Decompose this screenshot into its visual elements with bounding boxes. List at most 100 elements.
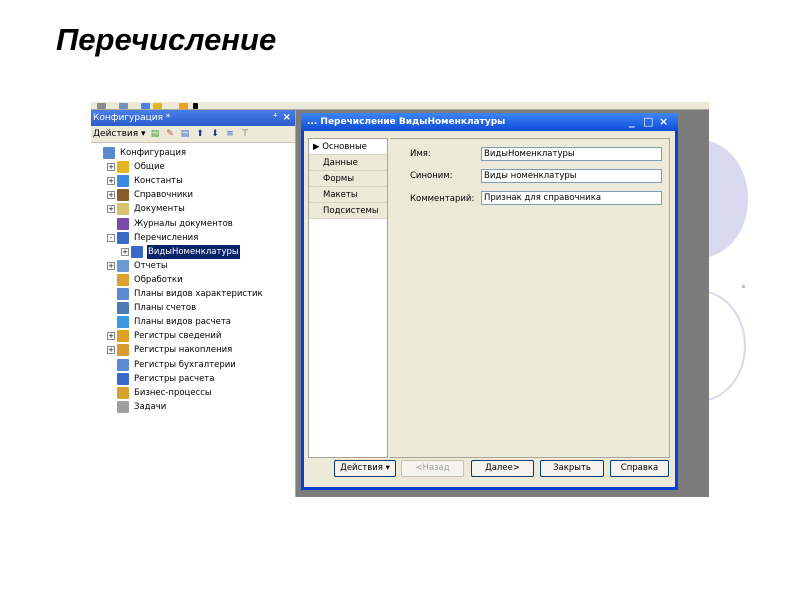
comment-field[interactable]: Признак для справочника [481,191,662,205]
tree-item[interactable]: + Отчеты [107,259,169,273]
tree-item-label: Регистры бухгалтерии [134,359,236,370]
name-label: Имя: [410,149,431,159]
tree-item[interactable]: + Регистры сведений [107,329,222,343]
tree-item[interactable]: + Справочники [107,188,194,202]
tree-item[interactable]: Обработки [107,273,184,287]
toolbar-icon[interactable] [97,103,106,109]
minimize-icon[interactable]: _ [629,113,635,131]
tab-main[interactable]: ▶ Основные [309,139,387,155]
expand-icon[interactable]: + [107,163,115,172]
maximize-icon[interactable]: □ [643,113,653,131]
decorative-dot [742,285,745,288]
tree-item[interactable]: + Общие [107,160,166,174]
main-toolbar [91,102,709,110]
help-button[interactable]: Справка [610,460,669,477]
edit-icon[interactable]: ✎ [165,129,176,140]
char-plans-icon [117,288,129,300]
calc-registers-icon [117,372,129,385]
delete-icon[interactable]: ▤ [180,129,191,140]
actions-menu-button[interactable]: Действия ▾ [93,126,146,143]
toolbar-icon[interactable] [119,103,128,109]
tree-item[interactable]: Конфигурация [93,146,187,160]
tree-item-label: Планы видов характеристик [134,289,263,299]
tree-item-label: Общие [134,162,165,173]
documents-icon [117,203,129,216]
general-icon [117,161,129,174]
back-button[interactable]: <Назад [401,460,464,477]
toolbar-icon[interactable] [141,103,150,109]
tree-item-label: Задачи [134,401,167,412]
tab-forms[interactable]: Формы [309,171,387,187]
synonym-label: Синоним: [410,171,453,181]
close-icon[interactable]: × [283,110,291,126]
close-icon[interactable]: × [659,113,668,131]
move-up-icon[interactable]: ⬆ [195,129,206,140]
add-icon[interactable]: ▤ [150,129,161,140]
tree-item-label: Обработки [134,274,183,285]
name-field[interactable]: ВидыНоменклатуры [481,147,662,161]
expand-icon[interactable]: + [107,205,115,214]
active-tab-marker-icon: ▶ [313,142,320,152]
tree-item-label: Конфигурация [120,148,187,158]
toolbar-icon[interactable] [153,103,162,109]
app-screenshot: Конфигурация * ⁴ × Действия ▾ ▤ ✎ ▤ ⬆ ⬇ … [91,102,709,497]
tree-item-label: Регистры сведений [134,331,222,342]
tree-item[interactable]: Задачи [107,400,167,414]
tree-item[interactable]: Бизнес-процессы [107,386,213,400]
dialog-tabs: ▶ Основные Данные Формы Макеты Подсистем… [308,138,388,458]
tree-item[interactable]: + ВидыНоменклатуры [121,244,240,259]
config-icon [103,147,115,159]
comment-label: Комментарий: [410,194,475,204]
processing-icon [117,273,129,286]
tree-item[interactable]: - Перечисления [107,231,199,245]
expand-icon[interactable]: + [107,346,115,355]
tab-templates[interactable]: Макеты [309,187,387,203]
tree-item[interactable]: + Документы [107,202,186,216]
tree-item[interactable]: Регистры бухгалтерии [107,358,237,372]
chevron-down-icon[interactable] [193,103,198,109]
sort-icon[interactable]: ≡ [225,129,236,140]
filter-icon[interactable]: ⊤ [240,129,251,140]
next-button[interactable]: Далее> [471,460,534,477]
actions-button[interactable]: Действия ▾ [334,460,396,477]
collapse-icon[interactable]: - [107,233,115,242]
pin-icon[interactable]: ⁴ [273,110,277,126]
tree-item[interactable]: Журналы документов [107,217,234,231]
tab-subsystems[interactable]: Подсистемы [309,203,387,219]
properties-panel: Имя: ВидыНоменклатуры Синоним: Виды номе… [390,138,670,458]
enumerations-icon [117,231,129,244]
tree-item[interactable]: + Регистры накопления [107,343,233,357]
expand-icon[interactable]: + [107,261,115,270]
expand-icon[interactable]: + [107,191,115,200]
business-process-icon [117,386,129,399]
configuration-panel: Конфигурация * ⁴ × Действия ▾ ▤ ✎ ▤ ⬆ ⬇ … [91,110,296,497]
accounting-registers-icon [117,358,129,371]
toolbar-icon[interactable] [179,103,188,109]
configuration-toolbar: Действия ▾ ▤ ✎ ▤ ⬆ ⬇ ≡ ⊤ [91,126,295,143]
dialog-title-prefix: ... [307,117,318,127]
configuration-panel-title: Конфигурация * ⁴ × [91,110,295,126]
close-button[interactable]: Закрыть [540,460,604,477]
tree-item[interactable]: Регистры расчета [107,372,215,386]
tree-item-label: Документы [134,204,185,215]
enumeration-item-icon [131,245,143,258]
synonym-field[interactable]: Виды номенклатуры [481,169,662,183]
tree-item[interactable]: + Константы [107,174,184,188]
expand-icon[interactable]: + [107,332,115,341]
enumeration-dialog: ... Перечисление ВидыНоменклатуры _ □ × … [301,113,678,490]
tree-item-label: Планы счетов [134,303,197,314]
tab-data[interactable]: Данные [309,155,387,171]
tree-item-label: Отчеты [134,260,168,271]
expand-icon[interactable]: + [107,177,115,186]
move-down-icon[interactable]: ⬇ [210,129,221,140]
info-registers-icon [117,330,129,343]
slide-title: Перечисление [56,22,277,57]
expand-icon[interactable]: + [121,247,129,256]
dialog-title-bar: ... Перечисление ВидыНоменклатуры _ □ × [301,113,678,131]
tree-item[interactable]: Планы видов характеристик [107,287,264,301]
reports-icon [117,259,129,272]
tree-item[interactable]: Планы счетов [107,301,197,315]
tree-item[interactable]: Планы видов расчета [107,315,232,329]
tree-item-label: Регистры накопления [134,345,233,356]
tree-item-label: Журналы документов [134,218,233,229]
